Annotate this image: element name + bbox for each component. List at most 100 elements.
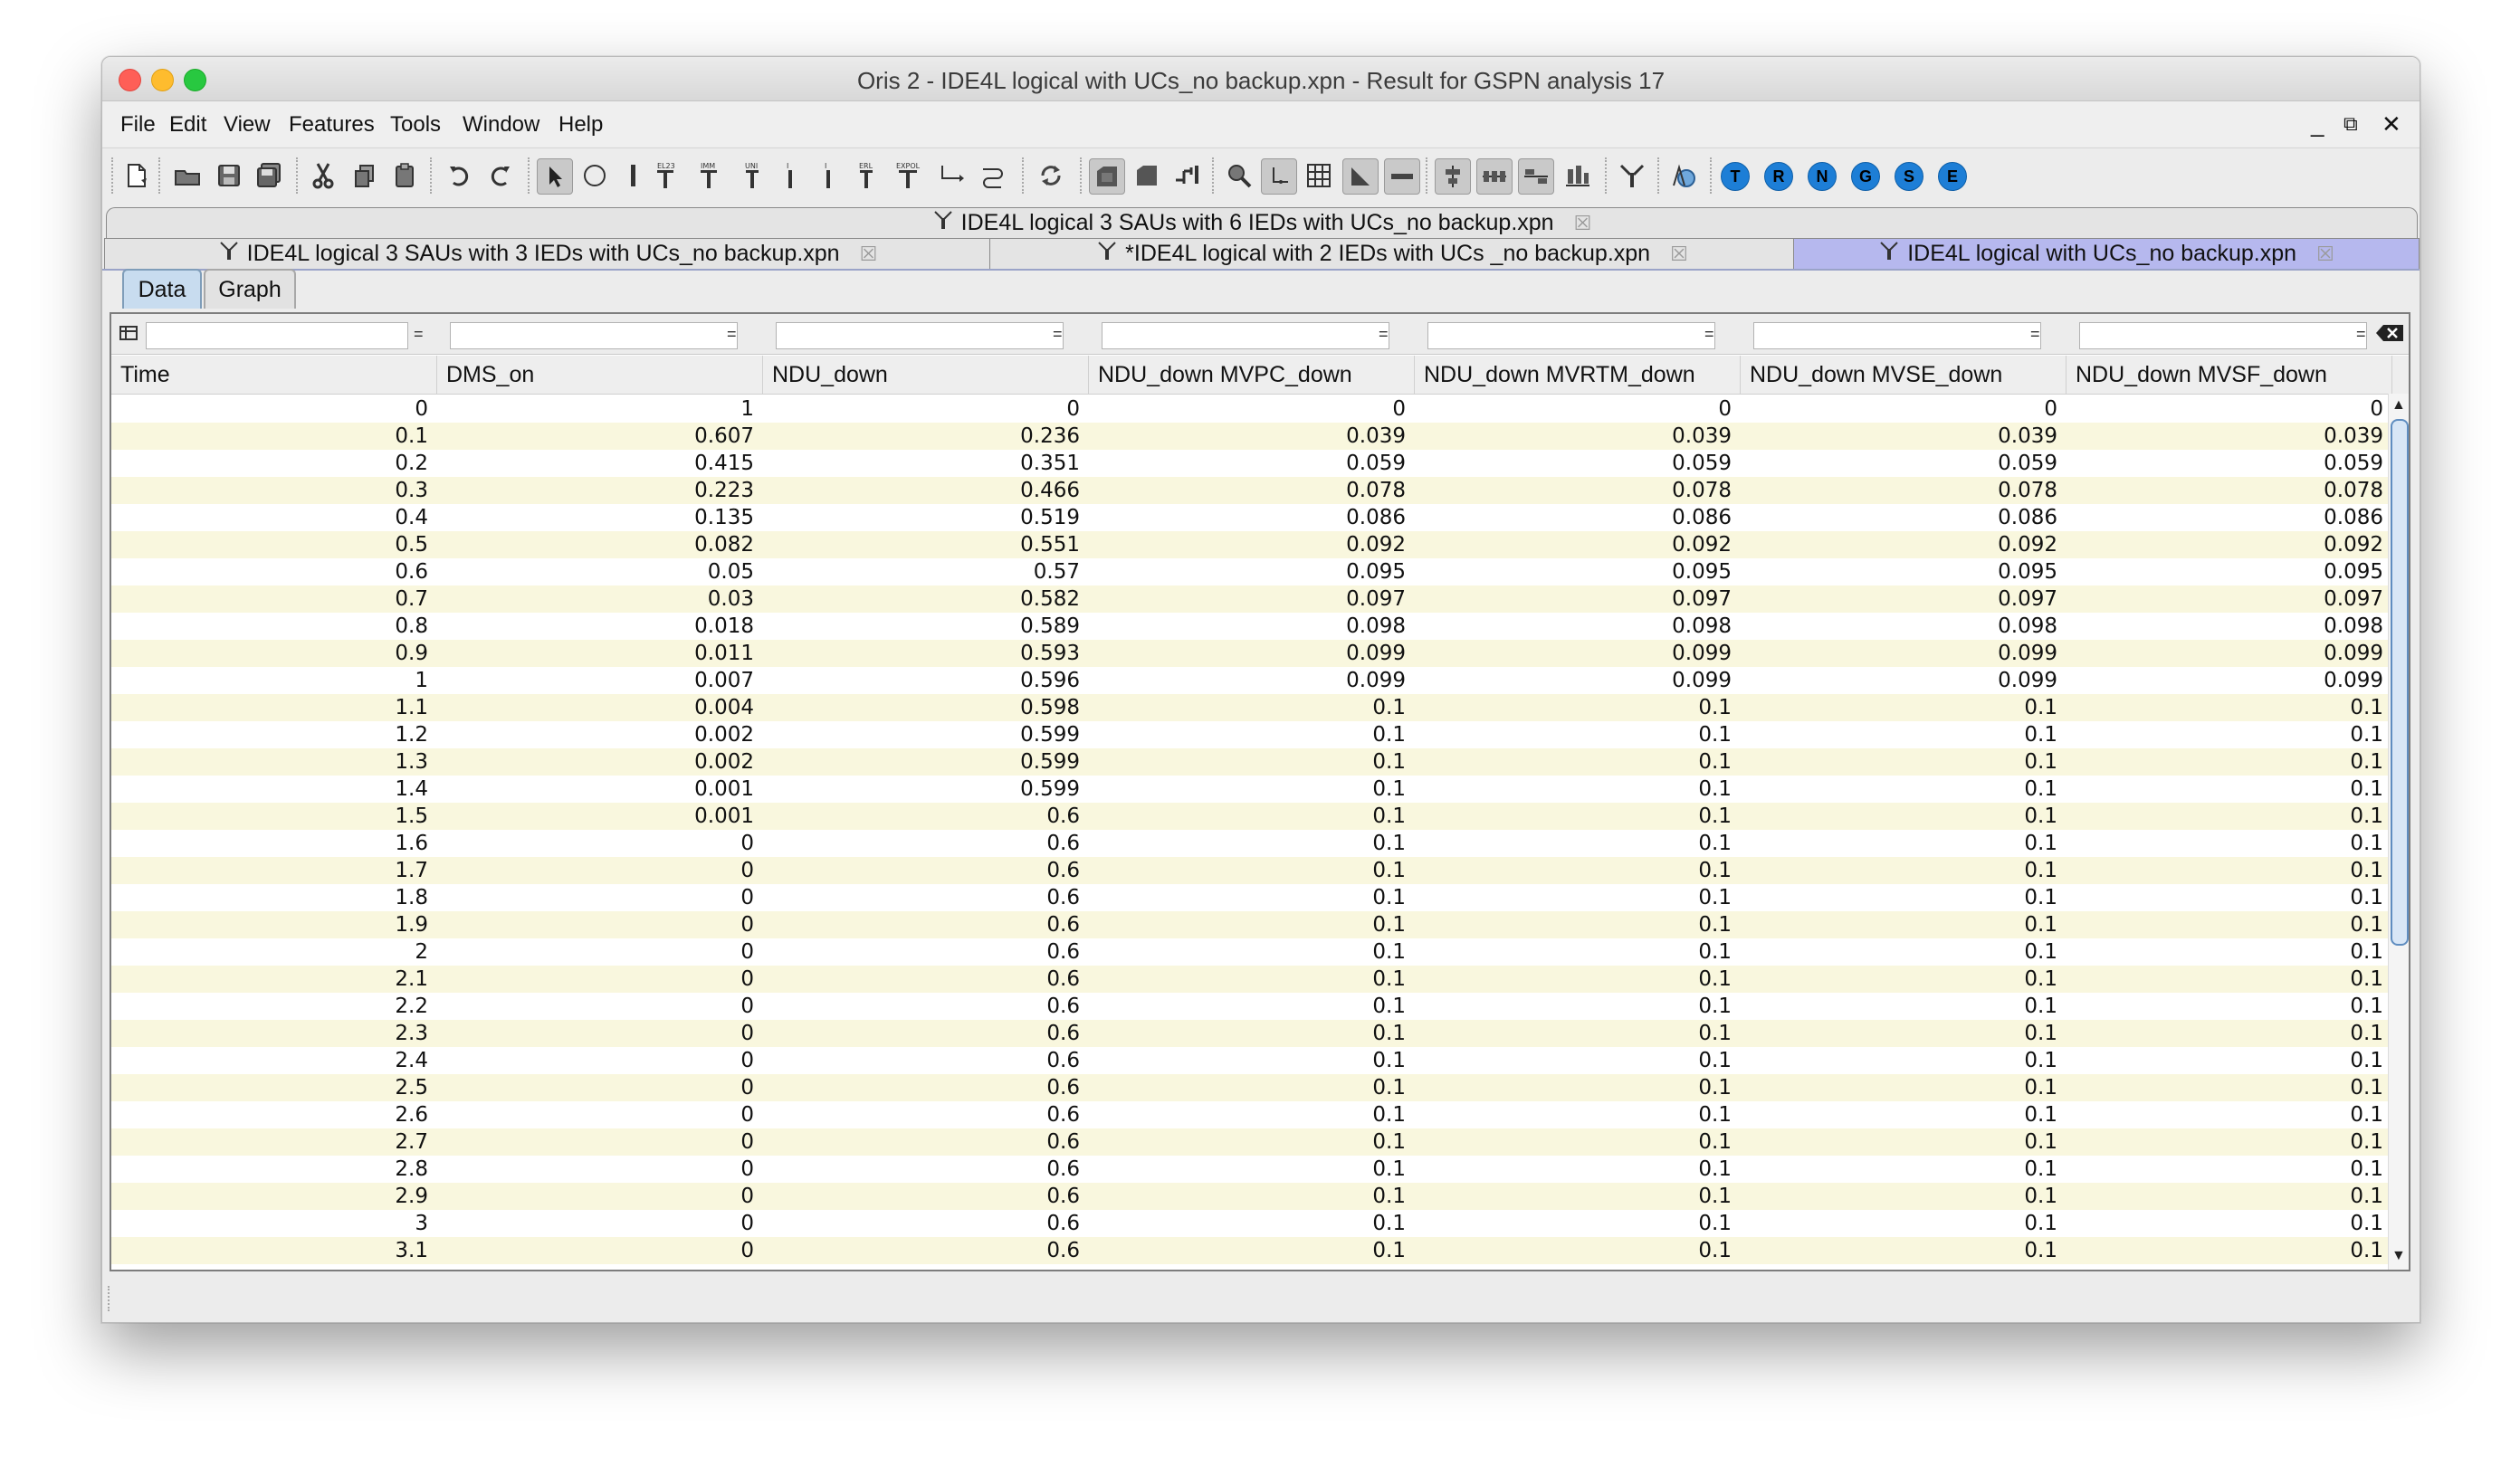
transition-expol-icon[interactable]: EXPOL [892,159,924,192]
transition-erl-icon[interactable]: ERL [850,159,883,192]
tool-t-button[interactable]: T [1721,162,1750,191]
tab-close-icon[interactable]: ☒ [860,243,878,266]
save-icon[interactable] [213,159,245,192]
inhibitor-arc-icon[interactable] [977,159,1009,192]
align-center-icon[interactable] [1435,158,1471,195]
immediate-transition-icon[interactable] [616,159,649,192]
doc-tab-ucs-no-backup[interactable]: IDE4L logical with UCs_no backup.xpn ☒ [1793,238,2420,269]
filter-input[interactable] [2079,322,2367,349]
scroll-up-icon[interactable]: ▲ [2391,397,2406,414]
table-options-icon[interactable] [119,325,138,347]
table-row[interactable]: 1 0.007 0.596 0.099 0.099 0.099 0.099 [111,667,2392,694]
save-all-icon[interactable] [253,159,285,192]
filter-operator-button[interactable]: = [414,325,424,344]
restore-frame-icon[interactable]: ⧉ [2343,112,2358,136]
refresh-icon[interactable] [1035,159,1067,192]
filter-input[interactable] [1427,322,1715,349]
tab-graph[interactable]: Graph [204,269,296,309]
filter-operator-button[interactable]: = [1053,325,1063,344]
transition-det-icon[interactable]: I [812,159,845,192]
vertical-scrollbar[interactable]: ▲ ▼ [2388,394,2409,1270]
filter-input[interactable] [776,322,1064,349]
tab-data[interactable]: Data [122,269,202,309]
column-header[interactable]: Time [111,356,437,394]
menu-edit[interactable]: Edit [169,112,206,138]
table-row[interactable]: 1.9 0 0.6 0.1 0.1 0.1 0.1 [111,911,2392,938]
zoom-icon[interactable] [1223,159,1255,192]
table-row[interactable]: 0.3 0.223 0.466 0.078 0.078 0.078 0.078 [111,477,2392,504]
table-row[interactable]: 2.9 0 0.6 0.1 0.1 0.1 0.1 [111,1183,2392,1210]
layer-back-icon[interactable] [1131,159,1163,192]
column-header[interactable]: DMS_on [437,356,763,394]
select-pointer-icon[interactable] [537,158,573,195]
table-row[interactable]: 3.1 0 0.6 0.1 0.1 0.1 0.1 [111,1237,2392,1264]
menu-view[interactable]: View [224,112,271,138]
doc-tab-2-ieds[interactable]: *IDE4L logical with 2 IEDs with UCs _no … [989,238,1795,269]
transition-i-icon[interactable]: I [774,159,807,192]
column-header[interactable]: NDU_down MVRTM_down [1415,356,1741,394]
table-row[interactable]: 1.3 0.002 0.599 0.1 0.1 0.1 0.1 [111,748,2392,776]
tool-r-button[interactable]: R [1764,162,1793,191]
table-row[interactable]: 0.4 0.135 0.519 0.086 0.086 0.086 0.086 [111,504,2392,531]
transition-uni-icon[interactable]: UNI [736,159,768,192]
tab-close-icon[interactable]: ☒ [2316,243,2334,266]
arc-icon[interactable] [935,159,968,192]
table-row[interactable]: 2.6 0 0.6 0.1 0.1 0.1 0.1 [111,1101,2392,1128]
tool-s-button[interactable]: S [1895,162,1923,191]
table-row[interactable]: 2.4 0 0.6 0.1 0.1 0.1 0.1 [111,1047,2392,1074]
filter-input[interactable] [450,322,738,349]
scroll-down-icon[interactable]: ▼ [2391,1248,2406,1264]
table-row[interactable]: 1.5 0.001 0.6 0.1 0.1 0.1 0.1 [111,803,2392,830]
align-bottom-icon[interactable] [1561,159,1594,192]
table-row[interactable]: 0.5 0.082 0.551 0.092 0.092 0.092 0.092 [111,531,2392,558]
clear-filters-icon[interactable] [2374,323,2405,347]
menu-window[interactable]: Window [463,112,539,138]
table-row[interactable]: 2 0 0.6 0.1 0.1 0.1 0.1 [111,938,2392,966]
filter-input[interactable] [146,322,408,349]
table-row[interactable]: 2.5 0 0.6 0.1 0.1 0.1 0.1 [111,1074,2392,1101]
table-row[interactable]: 0.8 0.018 0.589 0.098 0.098 0.098 0.098 [111,613,2392,640]
scrollbar-thumb[interactable] [2391,419,2409,946]
menu-features[interactable]: Features [289,112,375,138]
table-row[interactable]: 0 1 0 0 0 0 0 [111,395,2392,423]
minimize-frame-icon[interactable]: _ [2311,110,2324,138]
tool-g-button[interactable]: G [1851,162,1880,191]
doc-tab-3saus-6ieds[interactable]: IDE4L logical 3 SAUs with 6 IEDs with UC… [106,207,2418,238]
table-row[interactable]: 1.8 0 0.6 0.1 0.1 0.1 0.1 [111,884,2392,911]
table-row[interactable]: 2.1 0 0.6 0.1 0.1 0.1 0.1 [111,966,2392,993]
table-row[interactable]: 1.6 0 0.6 0.1 0.1 0.1 0.1 [111,830,2392,857]
layer-front-icon[interactable] [1089,158,1125,195]
column-header[interactable]: NDU_down MVSF_down [2067,356,2392,394]
table-row[interactable]: 0.7 0.03 0.582 0.097 0.097 0.097 0.097 [111,585,2392,613]
petri-net-icon[interactable] [1616,159,1648,192]
table-row[interactable]: 2.2 0 0.6 0.1 0.1 0.1 0.1 [111,993,2392,1020]
paste-icon[interactable] [388,159,421,192]
fork-icon[interactable] [1170,159,1203,192]
table-row[interactable]: 2.3 0 0.6 0.1 0.1 0.1 0.1 [111,1020,2392,1047]
place-icon[interactable] [578,159,611,192]
table-row[interactable]: 1.4 0.001 0.599 0.1 0.1 0.1 0.1 [111,776,2392,803]
menu-help[interactable]: Help [558,112,603,138]
transition-imm-icon[interactable]: IMM [692,159,725,192]
cut-icon[interactable] [307,159,339,192]
table-row[interactable]: 0.9 0.011 0.593 0.099 0.099 0.099 0.099 [111,640,2392,667]
table-row[interactable]: 0.6 0.05 0.57 0.095 0.095 0.095 0.095 [111,558,2392,585]
snap-icon[interactable] [1261,158,1297,195]
filter-operator-button[interactable]: = [2356,325,2366,344]
tool-e-button[interactable]: E [1938,162,1967,191]
filter-operator-button[interactable]: = [727,325,737,344]
distribute-vertical-icon[interactable] [1518,158,1554,195]
table-row[interactable]: 0.1 0.607 0.236 0.039 0.039 0.039 0.039 [111,423,2392,450]
tool-n-button[interactable]: N [1808,162,1837,191]
menu-tools[interactable]: Tools [390,112,441,138]
redo-icon[interactable] [484,159,517,192]
undo-icon[interactable] [443,159,475,192]
filter-operator-button[interactable]: = [1379,325,1389,344]
column-header[interactable]: NDU_down MVSE_down [1741,356,2067,394]
filter-operator-button[interactable]: = [1704,325,1714,344]
table-row[interactable]: 0.2 0.415 0.351 0.059 0.059 0.059 0.059 [111,450,2392,477]
tab-close-icon[interactable]: ☒ [1670,243,1688,266]
new-file-icon[interactable] [120,159,153,192]
table-row[interactable]: 2.7 0 0.6 0.1 0.1 0.1 0.1 [111,1128,2392,1156]
table-row[interactable]: 3 0 0.6 0.1 0.1 0.1 0.1 [111,1210,2392,1237]
